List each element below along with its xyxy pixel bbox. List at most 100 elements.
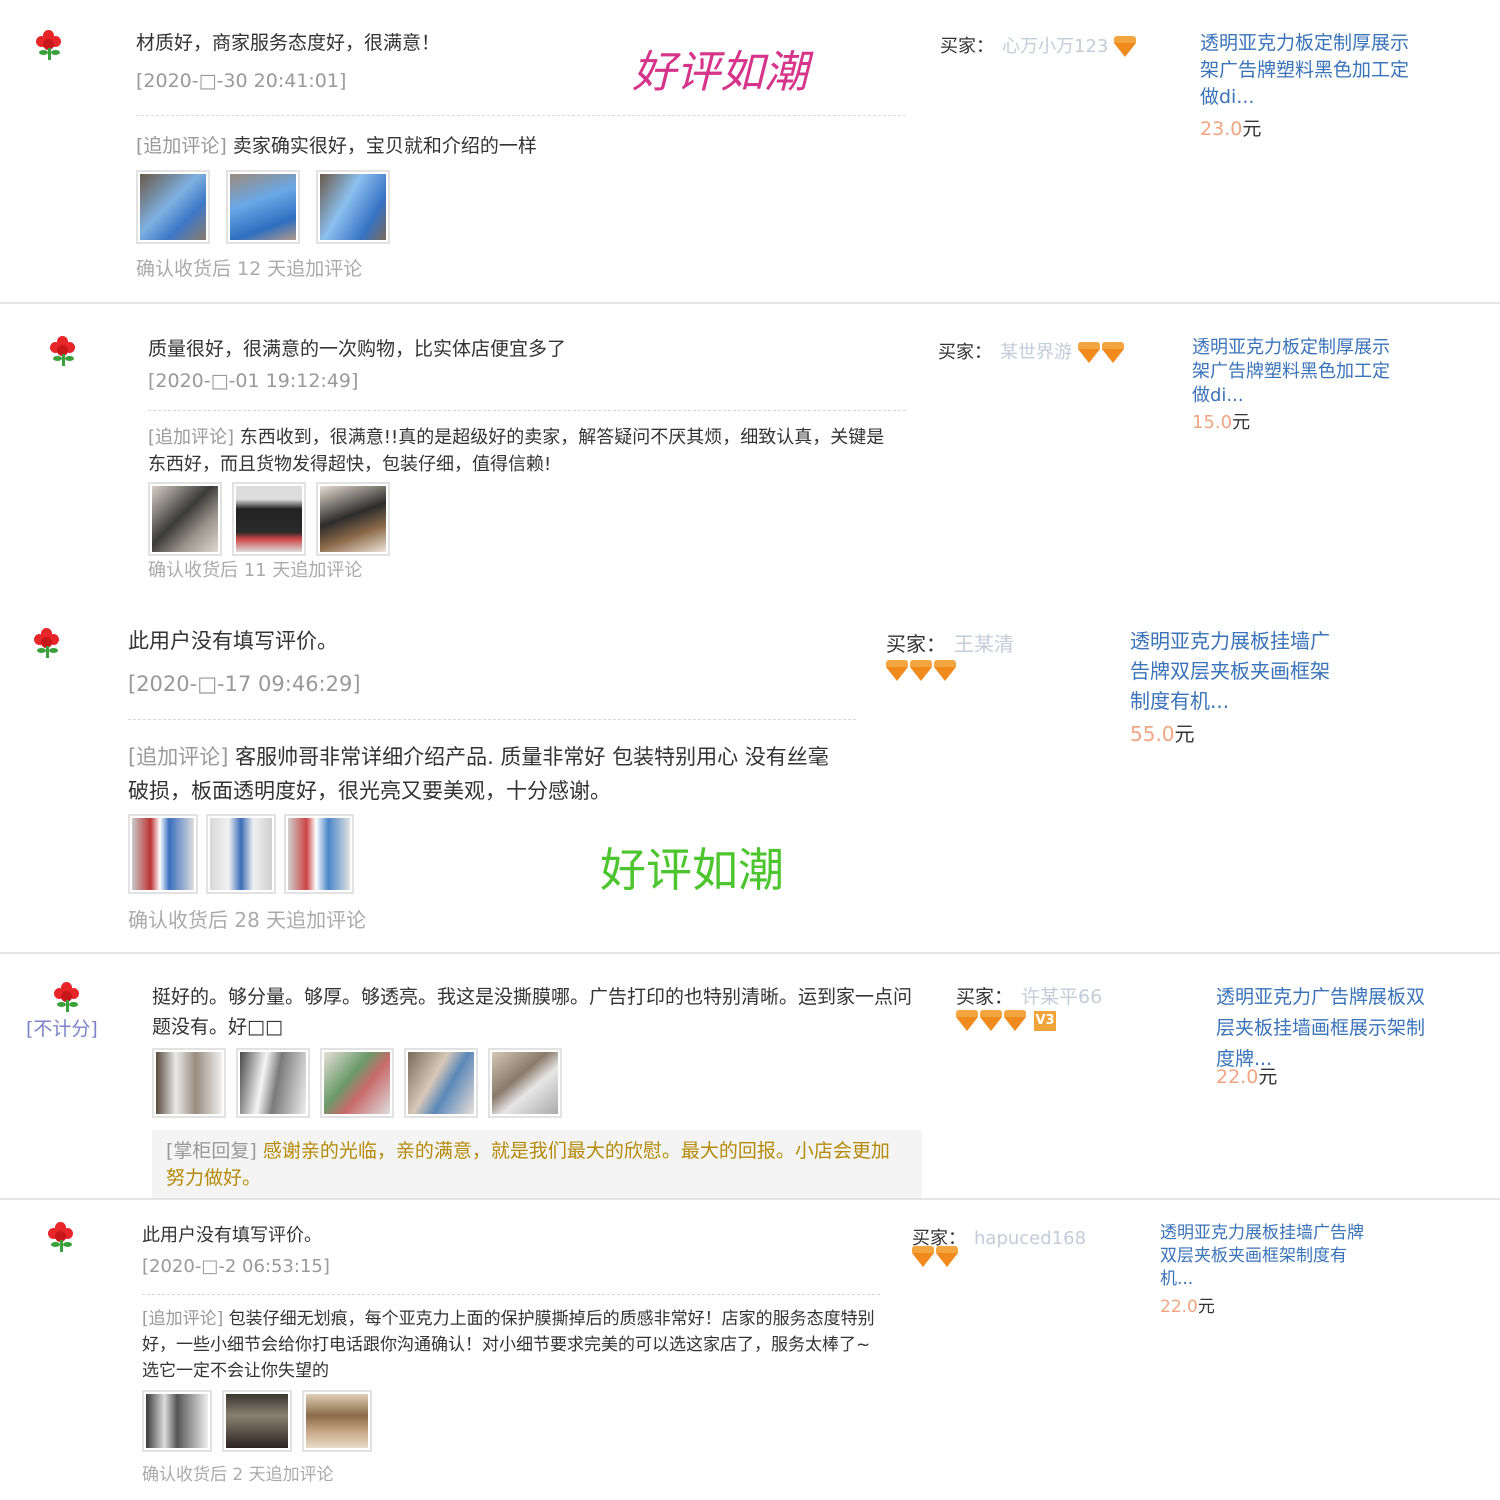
append-comment: [追加评论] 卖家确实很好，宝贝就和介绍的一样 xyxy=(136,133,896,160)
vip-level-icon: V3 xyxy=(1034,1011,1056,1031)
photo-strip xyxy=(128,814,354,894)
review-separator xyxy=(0,302,1500,304)
price-value: 23.0 xyxy=(1200,118,1243,140)
buyer-nick[interactable]: 心万小万123 xyxy=(1002,36,1108,57)
photo-thumbnail[interactable] xyxy=(152,1048,226,1118)
review-date: [2020-□-01 19:12:49] xyxy=(148,370,359,392)
review-text: 挺好的。够分量。够厚。够透亮。我这是没撕膜哪。广告打印的也特别清晰。运到家一点问… xyxy=(152,986,913,1038)
photo-thumbnail[interactable] xyxy=(128,814,198,894)
price-value: 22.0 xyxy=(1216,1066,1259,1088)
divider xyxy=(128,719,856,720)
product-price: 23.0元 xyxy=(1200,114,1261,141)
buyer-nick[interactable]: 许某平66 xyxy=(1021,986,1102,1008)
photo-thumbnail[interactable] xyxy=(320,1048,394,1118)
photo-thumbnail[interactable] xyxy=(232,482,306,556)
photo-thumbnail[interactable] xyxy=(404,1048,478,1118)
followup-note: 确认收货后 28 天追加评论 xyxy=(128,908,367,932)
review-text: 此用户没有填写评价。 xyxy=(128,629,338,653)
watermark-text: 好评如潮 xyxy=(600,843,784,897)
divider xyxy=(136,115,906,116)
append-tag: [追加评论] xyxy=(128,745,229,769)
buyer-nick[interactable]: 某世界游 xyxy=(1000,342,1072,363)
photo-thumbnail[interactable] xyxy=(284,814,354,894)
photo-strip xyxy=(152,1048,562,1118)
product-price: 22.0元 xyxy=(1216,1062,1277,1089)
price-value: 22.0 xyxy=(1160,1297,1198,1317)
gem-rating-icon xyxy=(1077,342,1124,363)
followup-note: 确认收货后 12 天追加评论 xyxy=(136,258,363,280)
flower-icon xyxy=(34,30,64,60)
watermark-text: 好评如潮 xyxy=(632,47,808,98)
buyer-nick[interactable]: 王某清 xyxy=(954,632,1014,656)
photo-thumbnail[interactable] xyxy=(206,814,276,894)
review-text: 质量很好，很满意的一次购物，比实体店便宜多了 xyxy=(148,338,567,360)
buyer-info: 买家： 某世界游 xyxy=(938,338,1124,364)
append-text: 卖家确实很好，宝贝就和介绍的一样 xyxy=(232,135,537,157)
append-tag: [追加评论] xyxy=(148,427,235,448)
buyer-info: 买家： 心万小万123 xyxy=(940,32,1137,58)
buyer-nick[interactable]: hapuced168 xyxy=(974,1228,1086,1249)
photo-strip xyxy=(148,482,390,556)
buyer-label: 买家： xyxy=(886,632,946,656)
photo-thumbnail[interactable] xyxy=(136,170,210,244)
reply-tag: [掌柜回复] xyxy=(166,1140,257,1162)
photo-thumbnail[interactable] xyxy=(488,1048,562,1118)
followup-note: 确认收货后 11 天追加评论 xyxy=(148,560,363,581)
gem-rating-icon: V3 xyxy=(956,1010,1056,1031)
product-link[interactable]: 透明亚克力板定制厚展示架广告牌塑料黑色加工定做di... xyxy=(1200,30,1415,111)
seller-reply: [掌柜回复] 感谢亲的光临，亲的满意，就是我们最大的欣慰。最大的回报。小店会更加… xyxy=(152,1130,922,1200)
flower-icon xyxy=(48,336,78,366)
photo-strip xyxy=(142,1390,372,1452)
photo-thumbnail[interactable] xyxy=(316,170,390,244)
review-text: 材质好，商家服务态度好，很满意！ xyxy=(136,32,441,54)
buyer-label: 买家： xyxy=(938,342,992,363)
photo-thumbnail[interactable] xyxy=(222,1390,292,1452)
flower-icon xyxy=(46,1222,76,1252)
flower-icon xyxy=(52,982,82,1012)
reply-text: 感谢亲的光临，亲的满意，就是我们最大的欣慰。最大的回报。小店会更加努力做好。 xyxy=(166,1140,890,1189)
no-count-badge: [不计分] xyxy=(26,1018,98,1040)
product-link[interactable]: 透明亚克力展板挂墙广告牌双层夹板夹画框架制度有机... xyxy=(1130,626,1335,716)
append-text: 包装仔细无划痕，每个亚克力上面的保护膜撕掉后的质感非常好！店家的服务态度特别好，… xyxy=(142,1309,875,1381)
photo-thumbnail[interactable] xyxy=(148,482,222,556)
price-value: 55.0 xyxy=(1130,722,1175,746)
followup-note: 确认收货后 2 天追加评论 xyxy=(142,1465,334,1485)
product-price: 15.0元 xyxy=(1192,408,1250,434)
buyer-label: 买家： xyxy=(940,36,994,57)
flower-icon xyxy=(32,628,62,658)
price-value: 15.0 xyxy=(1192,412,1233,433)
buyer-info: 买家： 王某清 xyxy=(886,628,1014,657)
buyer-label: 买家： xyxy=(956,986,1014,1008)
product-price: 55.0元 xyxy=(1130,718,1195,747)
append-comment: [追加评论] 东西收到，很满意!!真的是超级好的卖家，解答疑问不厌其烦，细致认真… xyxy=(148,424,888,478)
price-unit: 元 xyxy=(1258,1066,1278,1088)
product-link[interactable]: 透明亚克力板定制厚展示架广告牌塑料黑色加工定做di... xyxy=(1192,336,1402,408)
photo-thumbnail[interactable] xyxy=(302,1390,372,1452)
photo-thumbnail[interactable] xyxy=(142,1390,212,1452)
photo-strip xyxy=(136,170,390,244)
review-date: [2020-□-30 20:41:01] xyxy=(136,70,347,92)
product-link[interactable]: 透明亚克力展板挂墙广告牌双层夹板夹画框架制度有机... xyxy=(1160,1222,1365,1291)
photo-thumbnail[interactable] xyxy=(316,482,390,556)
photo-thumbnail[interactable] xyxy=(236,1048,310,1118)
append-tag: [追加评论] xyxy=(142,1309,224,1329)
gem-rating-icon xyxy=(1114,36,1137,57)
append-tag: [追加评论] xyxy=(136,135,227,157)
divider xyxy=(142,1294,880,1295)
price-unit: 元 xyxy=(1174,722,1195,746)
buyer-info: 买家： 许某平66 xyxy=(956,982,1102,1009)
review-date: [2020-□-2 06:53:15] xyxy=(142,1256,330,1277)
append-comment: [追加评论] 客服帅哥非常详细介绍产品. 质量非常好 包装特别用心 没有丝毫破损… xyxy=(128,740,848,808)
price-unit: 元 xyxy=(1232,412,1251,433)
review-separator xyxy=(0,952,1500,954)
price-unit: 元 xyxy=(1242,118,1262,140)
photo-thumbnail[interactable] xyxy=(226,170,300,244)
product-price: 22.0元 xyxy=(1160,1292,1215,1317)
gem-rating-icon xyxy=(912,1246,958,1267)
divider xyxy=(148,410,906,411)
gem-rating-icon xyxy=(886,660,956,681)
append-text: 东西收到，很满意!!真的是超级好的卖家，解答疑问不厌其烦，细致认真，关键是东西好… xyxy=(148,427,885,475)
review-text: 此用户没有填写评价。 xyxy=(142,1225,322,1246)
append-text: 客服帅哥非常详细介绍产品. 质量非常好 包装特别用心 没有丝毫破损，板面透明度好… xyxy=(128,745,829,803)
price-unit: 元 xyxy=(1197,1297,1215,1317)
